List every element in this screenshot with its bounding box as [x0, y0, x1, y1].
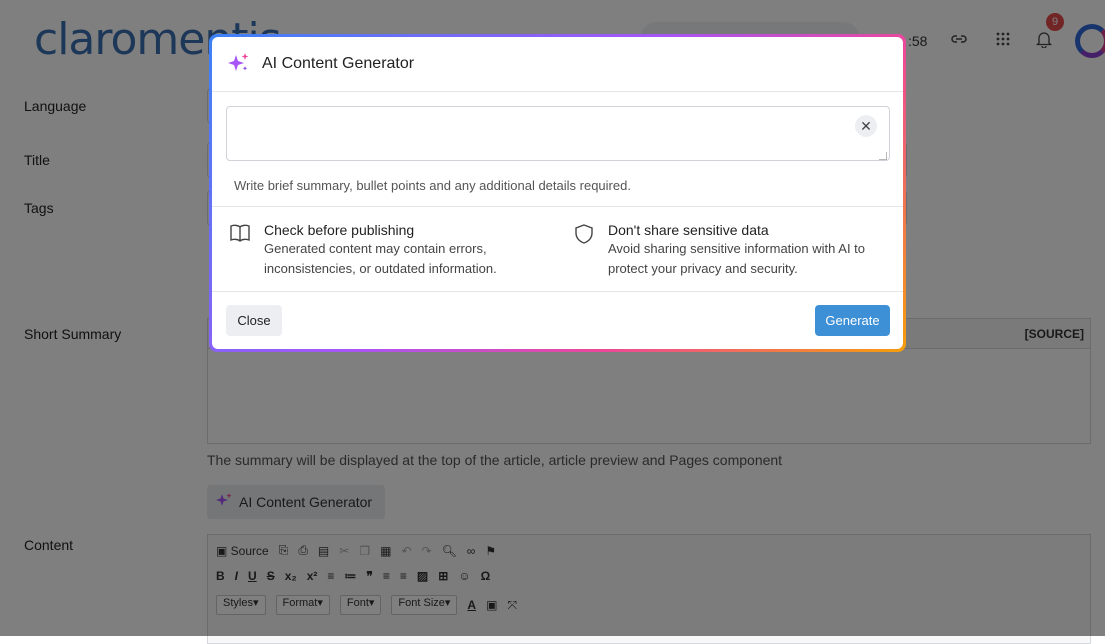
modal-title: AI Content Generator: [262, 55, 415, 72]
generate-button[interactable]: Generate: [815, 305, 890, 336]
modal-body: ✕ Write brief summary, bullet points and…: [212, 92, 903, 193]
sparkle-icon: [226, 51, 250, 78]
notice-check-before-publishing: Check before publishing Generated conten…: [228, 222, 497, 279]
prompt-help-text: Write brief summary, bullet points and a…: [234, 178, 631, 193]
notice-line: inconsistencies, or outdated information…: [264, 261, 497, 276]
notice-line: Generated content may contain errors,: [264, 241, 487, 256]
prompt-textarea[interactable]: [226, 106, 890, 161]
modal-header: AI Content Generator: [212, 37, 903, 92]
book-icon: [228, 222, 252, 279]
notice-title: Check before publishing: [264, 222, 415, 238]
resize-handle[interactable]: [879, 152, 887, 160]
close-icon: ✕: [860, 117, 872, 134]
shield-icon: [572, 222, 596, 279]
clear-prompt-button[interactable]: ✕: [855, 115, 877, 137]
notice-sensitive-data: Don't share sensitive data Avoid sharing…: [572, 222, 865, 279]
notice-title: Don't share sensitive data: [608, 222, 769, 238]
close-button[interactable]: Close: [226, 305, 282, 336]
modal-divider: [212, 206, 903, 207]
notice-line: Avoid sharing sensitive information with…: [608, 241, 866, 256]
ai-content-generator-modal: AI Content Generator ✕ Write brief summa…: [212, 37, 903, 349]
notice-line: protect your privacy and security.: [608, 261, 798, 276]
modal-footer-divider: [212, 291, 903, 292]
ai-modal-frame: AI Content Generator ✕ Write brief summa…: [209, 34, 906, 352]
